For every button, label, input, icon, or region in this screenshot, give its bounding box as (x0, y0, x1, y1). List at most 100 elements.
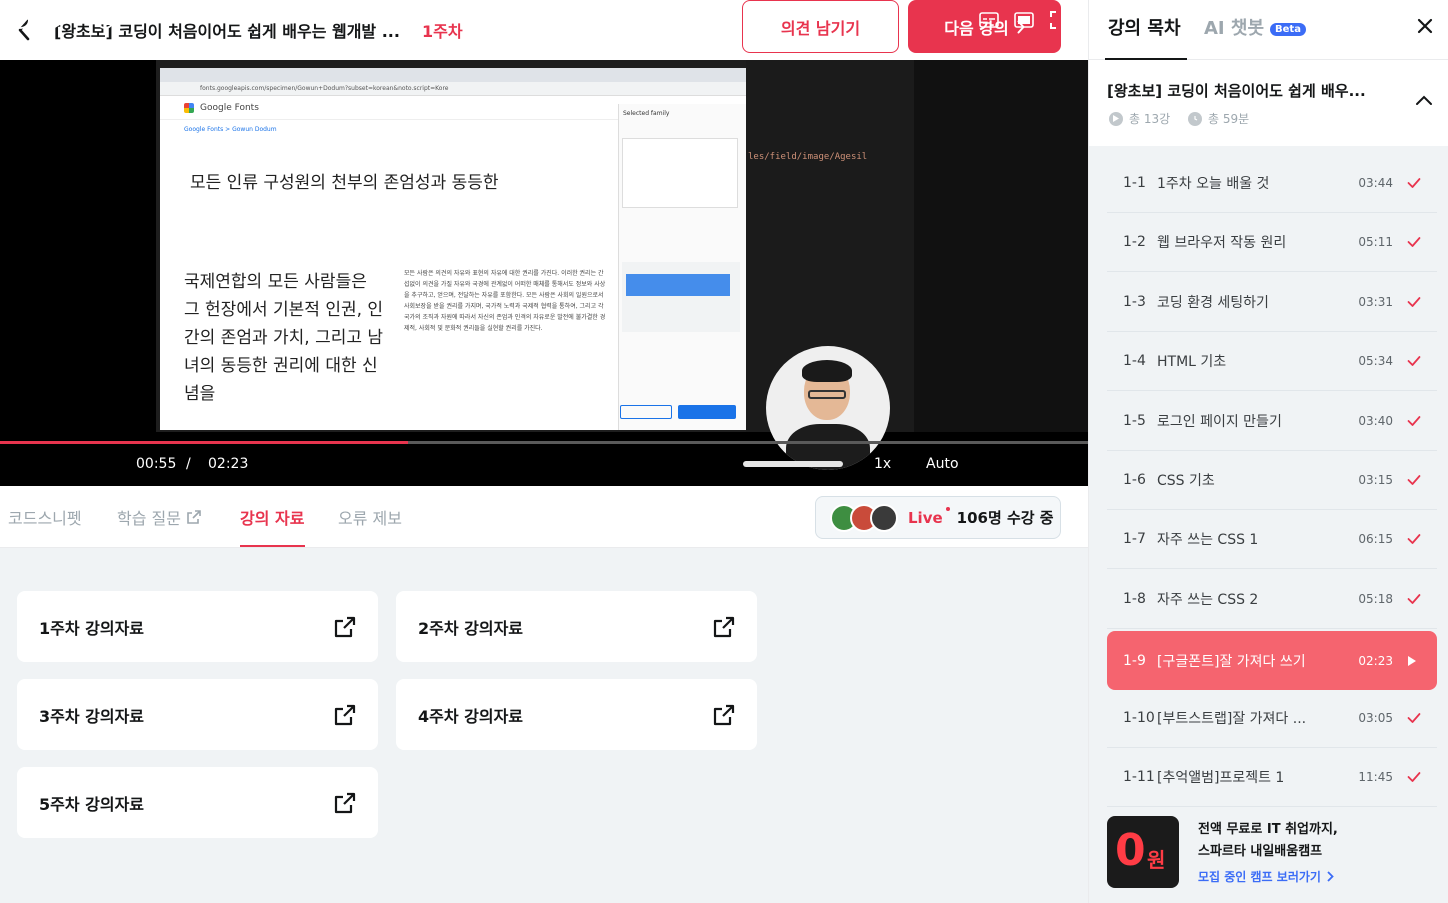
check-icon (1407, 415, 1423, 427)
lesson-item[interactable]: 1-9 [구글폰트]잘 가져다 쓰기 02:23 (1107, 631, 1437, 691)
gf-family-box (622, 138, 738, 208)
quality-button[interactable]: Auto (926, 446, 959, 482)
material-card-label: 2주차 강의자료 (418, 618, 524, 638)
material-card-week4[interactable]: 4주차 강의자료 (396, 679, 757, 750)
play-circle-icon (1109, 111, 1123, 126)
lesson-duration: 03:05 (1358, 710, 1393, 725)
lesson-duration: 02:23 (1358, 653, 1393, 668)
material-card-label: 5주차 강의자료 (39, 794, 145, 814)
lesson-item[interactable]: 1-10 [부트스트랩]잘 가져다 ... 03:05 (1107, 689, 1437, 748)
subtitles-button[interactable] (978, 0, 1000, 40)
sidebar-course-title: [왕초보] 코딩이 처음이어도 쉽게 배우... (1107, 82, 1366, 100)
lesson-item[interactable]: 1-6 CSS 기초 03:15 (1107, 451, 1437, 510)
promo-link[interactable]: 모집 중인 캠프 보러가기 (1198, 868, 1334, 885)
sidebar-course-info[interactable]: [왕초보] 코딩이 처음이어도 쉽게 배우... 총 13강 총 59분 (1089, 60, 1448, 146)
material-card-week1[interactable]: 1주차 강의자료 (17, 591, 378, 662)
lesson-duration: 03:44 (1358, 176, 1393, 190)
lesson-item[interactable]: 1-11 [추억앨범]프로젝트 1 11:45 (1107, 748, 1437, 807)
lesson-title: 자주 쓰는 CSS 2 (1157, 591, 1259, 608)
rewind-10-icon: 10 (12, 11, 30, 29)
lesson-duration: 03:15 (1358, 473, 1393, 487)
gf-download-button (678, 405, 736, 419)
promo-image: 0 원 (1107, 816, 1179, 888)
lesson-number: 1-6 (1123, 472, 1146, 488)
promo-banner[interactable]: 0 원 전액 무료로 IT 취업까지, 스파르타 내일배움캠프 모집 중인 캠프… (1107, 816, 1437, 890)
browser-url: fonts.googleapis.com/specimen/Gowun+Dodu… (160, 82, 746, 96)
play-button[interactable] (50, 0, 72, 40)
close-icon (1417, 18, 1433, 34)
lesson-item[interactable]: 1-3 코딩 환경 세팅하기 03:31 (1107, 273, 1437, 332)
material-card-week3[interactable]: 3주차 강의자료 (17, 679, 378, 750)
tab-error-report-label: 오류 제보 (338, 509, 402, 528)
check-icon (1407, 296, 1423, 308)
browser-tabs (160, 68, 746, 82)
video-editor-code: les/field/image/Agesil (748, 152, 868, 162)
live-avatars (830, 503, 898, 532)
volume-icon (711, 13, 726, 27)
material-card-week2[interactable]: 2주차 강의자료 (396, 591, 757, 662)
external-link-icon (334, 792, 356, 813)
lesson-item[interactable]: 1-4 HTML 기초 05:34 (1107, 332, 1437, 392)
video-player[interactable]: les/field/image/Agesil fonts.googleapis.… (0, 60, 1088, 486)
lesson-title: 웹 브라우저 작동 원리 (1157, 235, 1287, 252)
chevron-up-icon[interactable] (1415, 94, 1433, 106)
lesson-number: 1-8 (1123, 590, 1146, 607)
lesson-title: 로그인 페이지 만들기 (1157, 413, 1282, 430)
tab-ai-chatbot[interactable]: AI 챗봇 Beta (1204, 14, 1306, 40)
lesson-number: 1-2 (1123, 234, 1146, 251)
external-link-icon (187, 510, 201, 524)
webcam-hair (802, 360, 852, 382)
lesson-duration: 05:18 (1358, 591, 1393, 606)
lesson-count: 총 13강 (1109, 110, 1170, 127)
lesson-item[interactable]: 1-8 자주 쓰는 CSS 2 05:18 (1107, 570, 1437, 629)
volume-button[interactable] (707, 0, 731, 40)
active-tab-indicator (240, 545, 305, 547)
tab-error-report[interactable]: 오류 제보 (338, 486, 402, 548)
lesson-item[interactable]: 1-7 자주 쓰는 CSS 1 06:15 (1107, 510, 1437, 570)
tab-code-snippet[interactable]: 코드스니펫 (8, 486, 82, 548)
sidebar-header: 강의 목차 AI 챗봇 Beta (1089, 0, 1448, 60)
close-sidebar-button[interactable] (1413, 14, 1437, 38)
check-icon (1407, 533, 1423, 545)
volume-slider[interactable] (743, 461, 843, 467)
check-icon (1407, 355, 1423, 367)
live-label: Live (908, 506, 950, 527)
feedback-button[interactable]: 의견 남기기 (742, 0, 899, 53)
forward-10-icon: 10 (96, 11, 114, 29)
tab-questions[interactable]: 학습 질문 (117, 486, 201, 548)
progress-fill (0, 441, 408, 444)
lesson-item[interactable]: 1-5 로그인 페이지 만들기 03:40 (1107, 392, 1437, 451)
total-duration: 총 59분 (1188, 110, 1249, 127)
theater-mode-button[interactable] (1013, 0, 1035, 40)
subtitles-icon (979, 12, 999, 28)
video-editor-far (914, 60, 1088, 432)
top-bar: [왕초보] 코딩이 처음이어도 쉽게 배우는 웹개발 ... 1주차 의견 남기… (0, 0, 1088, 60)
rewind-10-button[interactable]: 10 (8, 0, 34, 40)
week-tag: 1주차 (421, 22, 463, 41)
time-separator: / (186, 456, 191, 472)
tab-table-of-contents[interactable]: 강의 목차 (1108, 14, 1181, 40)
tab-materials-label: 강의 자료 (240, 509, 305, 528)
tab-code-snippet-label: 코드스니펫 (8, 509, 82, 528)
material-card-week5[interactable]: 5주차 강의자료 (17, 767, 378, 838)
promo-zero-text: 0 (1115, 825, 1146, 876)
tab-materials[interactable]: 강의 자료 (240, 486, 304, 548)
viewer-count: 106명 수강 중 (956, 509, 1054, 527)
lesson-count-text: 총 13강 (1129, 112, 1171, 126)
fullscreen-button[interactable] (1048, 0, 1070, 40)
chevron-right-icon (1327, 871, 1334, 882)
forward-10-button[interactable]: 10 (92, 0, 118, 40)
lesson-item[interactable]: 1-1 1주차 오늘 배울 것 03:44 (1107, 154, 1437, 213)
lesson-title: CSS 기초 (1157, 473, 1215, 489)
lesson-number: 1-4 (1123, 353, 1146, 370)
external-link-icon (334, 616, 356, 637)
lesson-title: 자주 쓰는 CSS 1 (1157, 532, 1259, 549)
gf-code-highlight (626, 274, 730, 296)
lesson-duration: 06:15 (1358, 532, 1393, 547)
lesson-item[interactable]: 1-2 웹 브라우저 작동 원리 05:11 (1107, 213, 1437, 273)
gf-small-text: 모든 사람은 의견의 자유와 표현의 자유에 대한 권리를 가진다. 이러한 권… (404, 270, 606, 332)
speed-button[interactable]: 1x (874, 446, 891, 482)
live-dot-icon (945, 506, 950, 511)
lesson-number: 1-9 (1123, 652, 1146, 669)
lesson-title: [추억앨범]프로젝트 1 (1157, 770, 1285, 786)
